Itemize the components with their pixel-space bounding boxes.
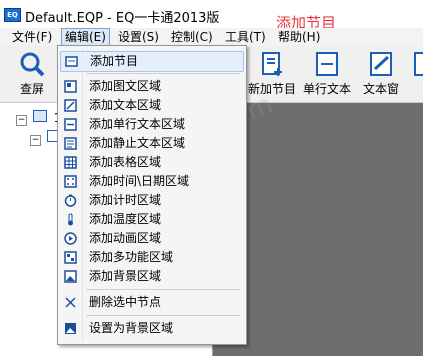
search-icon: [19, 51, 45, 77]
menu-item-label: 添加时间\日期区域: [89, 174, 190, 188]
multifunction-icon: [64, 251, 77, 264]
menu-item-add-datetime[interactable]: 添加时间\日期区域: [60, 172, 242, 191]
text-window-button[interactable]: 文本窗: [358, 48, 404, 100]
menu-separator: [86, 315, 240, 316]
menu-item-label: 添加节目: [90, 54, 139, 68]
menu-item-add-table[interactable]: 添加表格区域: [60, 153, 242, 172]
timer-icon: [64, 194, 77, 207]
animation-icon: [64, 232, 77, 245]
single-line-text-button[interactable]: 单行文本: [302, 48, 352, 100]
menu-tools[interactable]: 工具(T): [222, 29, 269, 45]
screen-icon: [32, 110, 47, 122]
delete-icon: [65, 297, 76, 308]
text-area-icon: [64, 99, 77, 112]
tree-child-row[interactable]: −: [30, 130, 60, 146]
single-line-text-label: 单行文本: [302, 82, 351, 96]
menu-settings[interactable]: 设置(S): [115, 29, 162, 45]
menu-control[interactable]: 控制(C): [168, 29, 216, 45]
menu-help[interactable]: 帮助(H): [275, 29, 323, 45]
tree-root-row[interactable]: − 1: [16, 110, 61, 126]
menu-item-add-animation[interactable]: 添加动画区域: [60, 229, 242, 248]
single-line-text-icon: [64, 118, 77, 131]
collapse-icon[interactable]: −: [16, 115, 27, 126]
text-window-label: 文本窗: [362, 82, 399, 96]
background-icon: [64, 270, 77, 283]
menu-item-delete-node[interactable]: 删除选中节点: [60, 293, 242, 312]
menu-item-label: 添加多功能区域: [89, 250, 174, 264]
collapse-icon[interactable]: −: [30, 135, 41, 146]
menu-item-label: 添加文本区域: [89, 98, 162, 112]
menu-item-label: 添加表格区域: [89, 155, 162, 169]
toolbar-overflow-button[interactable]: [412, 48, 423, 100]
menu-separator: [86, 289, 240, 290]
menu-item-label: 添加动画区域: [89, 231, 162, 245]
menu-file[interactable]: 文件(F): [9, 29, 55, 45]
static-text-icon: [64, 137, 77, 150]
set-background-icon: [65, 323, 76, 334]
add-program-button[interactable]: 新加节目: [244, 48, 300, 100]
add-program-icon: [259, 51, 285, 77]
menu-item-label: 添加计时区域: [89, 193, 162, 207]
menu-item-add-temperature[interactable]: 添加温度区域: [60, 210, 242, 229]
search-screen-button[interactable]: 查屏: [12, 48, 52, 100]
menu-item-label: 添加单行文本区域: [89, 117, 186, 131]
partial-icon: [412, 51, 423, 77]
menu-item-label: 添加静止文本区域: [89, 136, 186, 150]
search-screen-label: 查屏: [19, 82, 44, 96]
menu-item-label: 添加背景区域: [89, 269, 162, 283]
menu-item-add-single-line-text[interactable]: 添加单行文本区域: [60, 115, 242, 134]
image-text-icon: [64, 80, 77, 93]
menu-item-label: 添加温度区域: [89, 212, 162, 226]
table-icon: [64, 156, 77, 169]
menu-item-add-background[interactable]: 添加背景区域: [60, 267, 242, 286]
menu-item-add-image-text[interactable]: 添加图文区域: [60, 77, 242, 96]
menu-item-add-multifunction[interactable]: 添加多功能区域: [60, 248, 242, 267]
menu-item-set-background[interactable]: 设置为背景区域: [60, 319, 242, 338]
menu-item-add-text-area[interactable]: 添加文本区域: [60, 96, 242, 115]
edit-dropdown-menu: 添加节目 添加图文区域 添加文本区域 添加单行文本区域 添加静止文本区域 添加表…: [57, 45, 247, 345]
menu-item-add-static-text[interactable]: 添加静止文本区域: [60, 134, 242, 153]
temperature-icon: [68, 213, 73, 226]
datetime-icon: [64, 175, 77, 188]
single-line-text-icon: [314, 51, 340, 77]
menu-bar: 文件(F) 编辑(E) 设置(S) 控制(C) 工具(T) 帮助(H): [0, 28, 423, 46]
menu-item-label: 添加图文区域: [89, 79, 162, 93]
menu-item-add-timer[interactable]: 添加计时区域: [60, 191, 242, 210]
menu-item-label: 删除选中节点: [89, 295, 162, 309]
menu-item-label: 设置为背景区域: [89, 321, 174, 335]
program-icon: [65, 56, 78, 67]
menu-edit[interactable]: 编辑(E): [61, 28, 110, 46]
menu-separator: [86, 73, 240, 74]
menu-item-add-program[interactable]: 添加节目: [60, 51, 244, 72]
text-window-icon: [368, 51, 394, 77]
